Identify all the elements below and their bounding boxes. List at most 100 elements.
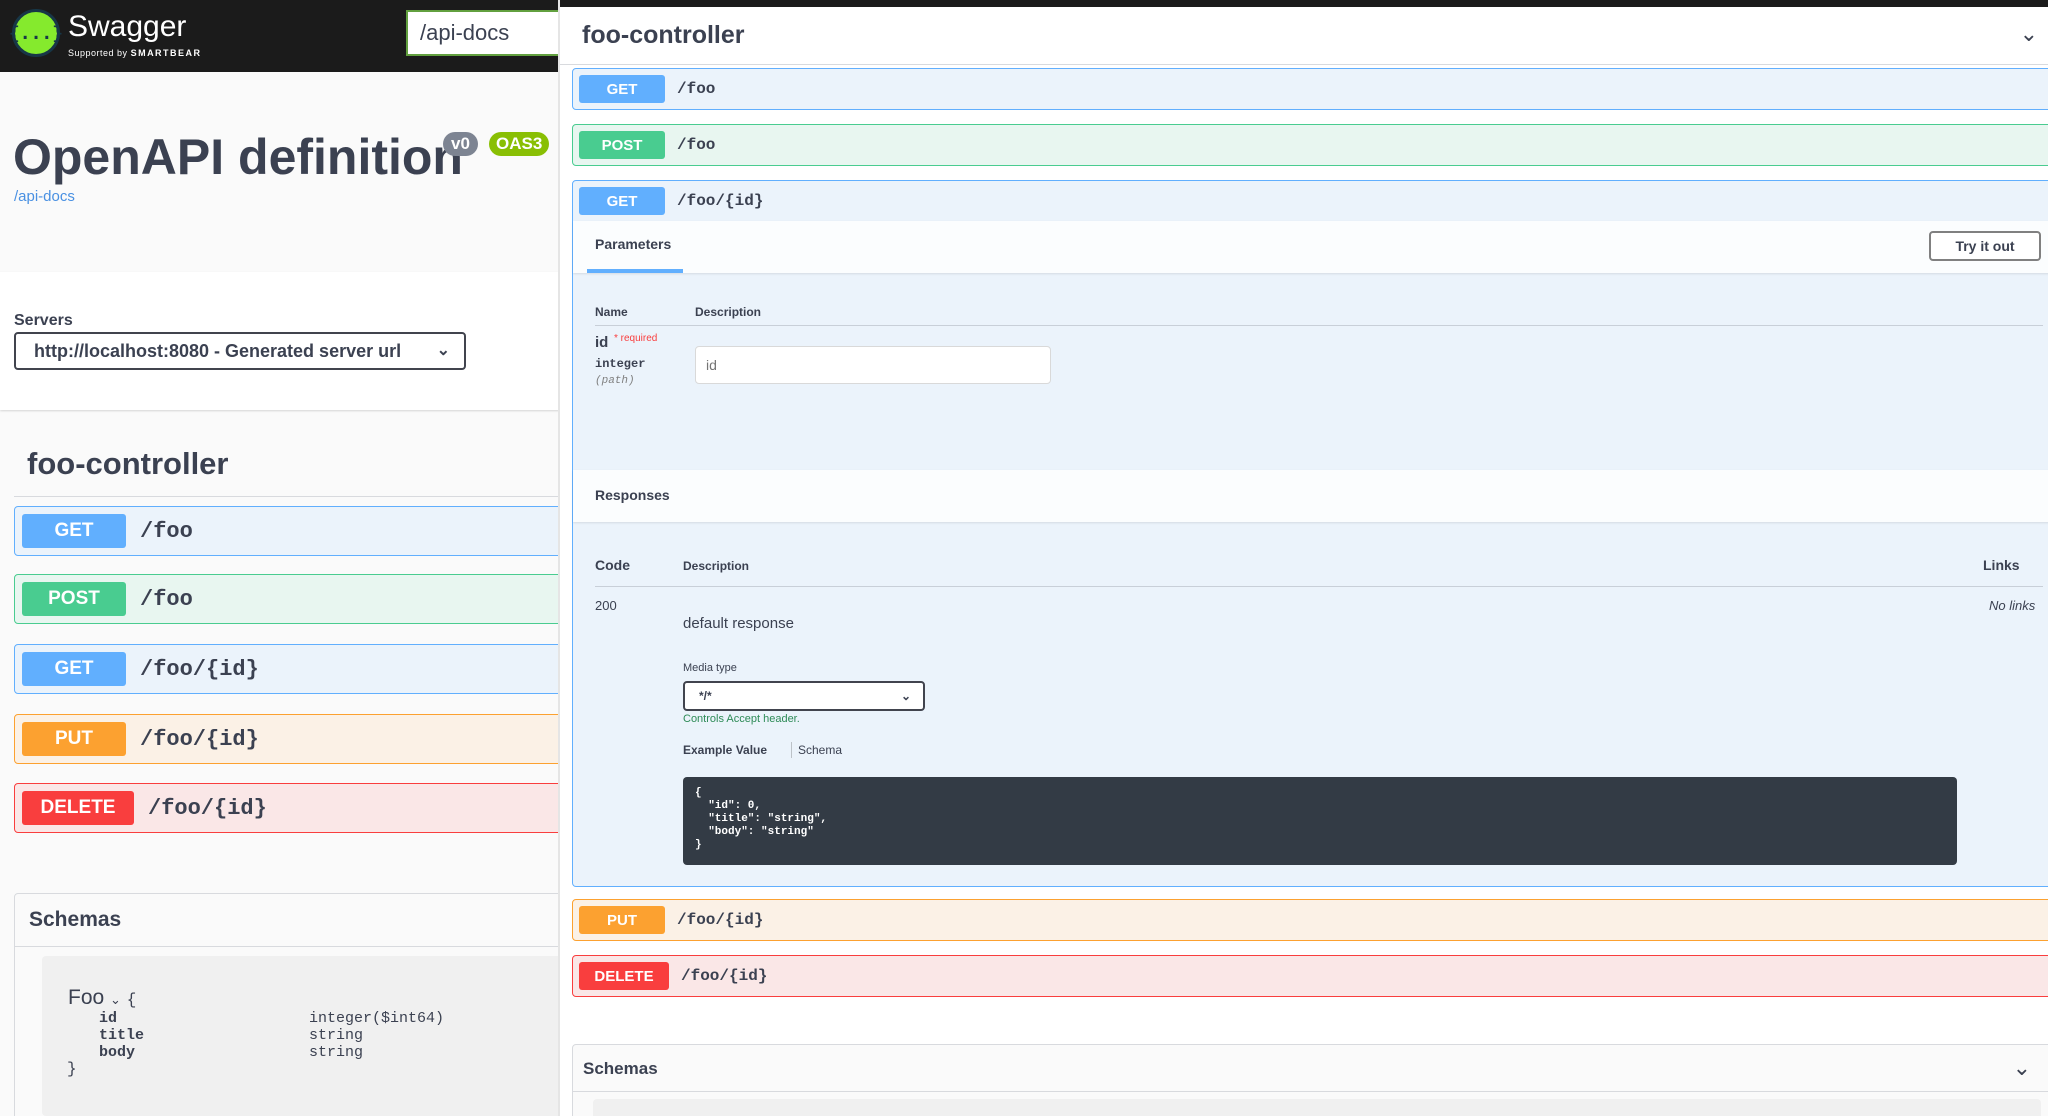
operation-path: /foo <box>677 80 716 98</box>
model-prop-name: body <box>99 1044 136 1061</box>
tab-schema[interactable]: Schema <box>798 743 842 757</box>
response-description: default response <box>683 615 794 632</box>
chevron-down-icon: ⌄ <box>436 342 450 359</box>
tab-separator <box>791 742 792 758</box>
swagger-logo-icon[interactable]: {...} <box>9 9 63 57</box>
server-select[interactable]: http://localhost:8080 - Generated server… <box>14 332 466 370</box>
operation-post-foo[interactable]: POST /foo <box>572 124 2048 166</box>
server-selected-value: http://localhost:8080 - Generated server… <box>34 341 402 361</box>
oas-badge: OAS3 <box>489 132 550 156</box>
right-panel: foo-controller ⌄ GET /foo POST /foo GET … <box>560 0 2048 1116</box>
topbar-strip <box>560 0 2048 7</box>
method-badge: GET <box>22 514 126 548</box>
response-code: 200 <box>595 598 617 613</box>
parameters-header: Parameters Try it out <box>573 221 2048 273</box>
method-badge: GET <box>579 75 665 103</box>
topbar: {...} Swagger Supported by SMARTBEAR <box>0 0 560 72</box>
method-badge: PUT <box>579 906 665 934</box>
operation-put-foo-id[interactable]: PUT /foo/{id} <box>572 899 2048 941</box>
method-badge: GET <box>22 652 126 686</box>
operation-path: /foo <box>140 586 193 612</box>
operation-path: /foo/{id} <box>677 911 764 929</box>
method-badge: POST <box>579 131 665 159</box>
logo-title[interactable]: Swagger <box>68 10 186 44</box>
operation-get-foo-id[interactable]: GET /foo/{id} <box>572 180 2048 222</box>
operation-get-foo-id[interactable]: GET /foo/{id} <box>14 644 560 694</box>
controller-title[interactable]: foo-controller <box>27 446 229 482</box>
divider <box>573 1091 2048 1092</box>
param-type: integer <box>595 357 646 371</box>
operation-delete-foo-id[interactable]: DELETE /foo/{id} <box>14 783 560 833</box>
param-location: (path) <box>595 375 635 387</box>
model-box: Foo ⌄ { id integer($int64) title string … <box>42 956 560 1116</box>
media-type-select[interactable]: */* ⌄ <box>683 681 925 711</box>
page-title: OpenAPI definition <box>13 129 463 185</box>
media-type-selected-value: */* <box>699 689 712 703</box>
logo-sub-prefix: Supported by <box>68 48 128 58</box>
media-type-note: Controls Accept header. <box>683 713 800 725</box>
operation-put-foo-id[interactable]: PUT /foo/{id} <box>14 714 560 764</box>
model-prop-type: string <box>309 1044 364 1061</box>
method-badge: PUT <box>22 722 126 756</box>
servers-section: Servers http://localhost:8080 - Generate… <box>0 272 560 410</box>
operation-get-foo[interactable]: GET /foo <box>14 506 560 556</box>
schemas-section: Schemas Foo ⌄ { id integer($int64) title… <box>14 893 560 1116</box>
response-links: No links <box>1989 598 2036 613</box>
model-prop-type: string <box>309 1027 364 1044</box>
model-prop-type: integer($int64) <box>309 1010 445 1027</box>
operation-path: /foo <box>677 136 716 154</box>
operation-delete-foo-id[interactable]: DELETE /foo/{id} <box>572 955 2048 997</box>
method-badge: POST <box>22 582 126 616</box>
responses-title: Responses <box>595 487 670 503</box>
model-prop-name: id <box>99 1010 118 1027</box>
controller-title[interactable]: foo-controller <box>582 21 745 50</box>
model-open-brace: { <box>126 991 137 1009</box>
api-docs-link[interactable]: /api-docs <box>14 188 75 205</box>
chevron-down-icon[interactable]: ⌄ <box>2013 1055 2031 1081</box>
column-header-description: Description <box>683 559 750 573</box>
param-id-input[interactable] <box>695 346 1051 384</box>
column-header-name: Name <box>595 305 628 319</box>
method-badge: GET <box>579 187 665 215</box>
tab-example-value[interactable]: Example Value <box>683 743 767 757</box>
operation-path: /foo/{id} <box>148 795 267 821</box>
model-close-brace: } <box>67 1060 77 1078</box>
operation-path: /foo/{id} <box>677 192 764 210</box>
servers-label: Servers <box>14 312 73 329</box>
column-header-code: Code <box>595 557 630 573</box>
try-it-out-button[interactable]: Try it out <box>1929 231 2041 261</box>
media-type-label: Media type <box>683 662 737 674</box>
model-prop-name: title <box>99 1027 145 1044</box>
url-input[interactable] <box>406 10 560 56</box>
chevron-down-icon: ⌄ <box>900 689 911 703</box>
column-header-links: Links <box>1983 557 2020 573</box>
info-section: OpenAPI definition v0 OAS3 /api-docs <box>0 72 560 272</box>
logo-subtitle: Supported by SMARTBEAR <box>68 48 202 58</box>
tab-underline <box>587 269 683 273</box>
chevron-down-icon[interactable]: ⌄ <box>2020 21 2038 47</box>
operation-path: /foo/{id} <box>140 726 259 752</box>
schemas-title[interactable]: Schemas <box>583 1059 658 1079</box>
chevron-down-icon[interactable]: ⌄ <box>110 992 121 1007</box>
model-name[interactable]: Foo ⌄ { <box>68 986 136 1010</box>
operation-path: /foo <box>140 518 193 544</box>
operation-post-foo[interactable]: POST /foo <box>14 574 560 624</box>
responses-header: Responses <box>573 470 2048 522</box>
logo-sub-brand: SMARTBEAR <box>130 48 202 58</box>
column-header-description: Description <box>695 305 762 319</box>
divider <box>595 325 2043 326</box>
method-badge: DELETE <box>22 791 134 825</box>
controller-header[interactable]: foo-controller ⌄ <box>560 7 2048 65</box>
divider <box>14 496 560 497</box>
operation-path: /foo/{id} <box>681 967 768 985</box>
operation-path: /foo/{id} <box>140 656 259 682</box>
param-required-flag: * required <box>614 333 658 344</box>
method-badge: DELETE <box>579 962 669 990</box>
example-code-block: { "id": 0, "title": "string", "body": "s… <box>683 777 1957 865</box>
divider <box>595 586 2043 587</box>
schemas-title[interactable]: Schemas <box>29 908 121 932</box>
schemas-section: Schemas ⌄ <box>572 1044 2048 1116</box>
model-box <box>593 1099 2041 1116</box>
tab-parameters[interactable]: Parameters <box>595 236 671 252</box>
operation-get-foo[interactable]: GET /foo <box>572 68 2048 110</box>
